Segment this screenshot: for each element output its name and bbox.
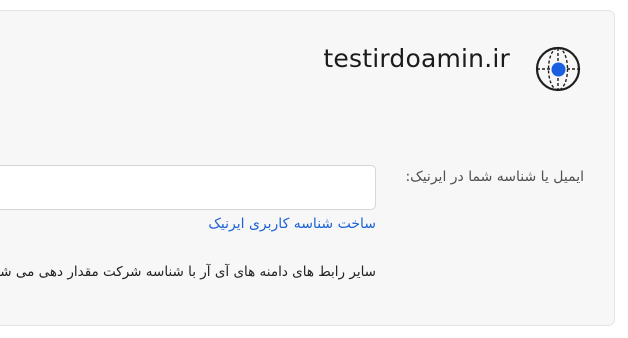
create-irnic-account-link[interactable]: ساخت شناسه کاربری ایرنیک [208, 214, 376, 234]
identifier-input[interactable] [0, 165, 376, 210]
identifier-label: ایمیل یا شناسه شما در ایرنیک: [405, 169, 584, 185]
contacts-info-note: سایر رابط های دامنه های آی آر با شناسه ش… [0, 264, 376, 280]
domain-title: testirdoamin.ir [323, 44, 510, 73]
globe-target-icon [533, 44, 583, 94]
